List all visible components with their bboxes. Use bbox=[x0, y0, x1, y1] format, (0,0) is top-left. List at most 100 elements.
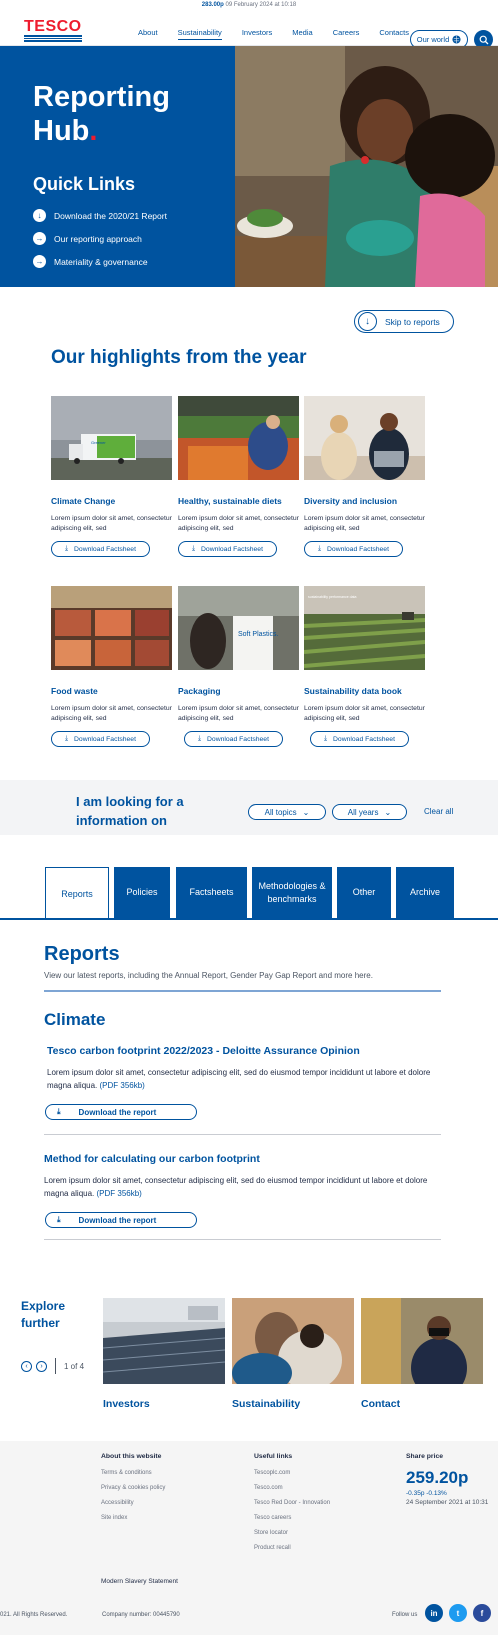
carousel-pager: ‹ › 1 of 4 bbox=[21, 1358, 84, 1374]
footer-link[interactable]: Accessibility bbox=[101, 1500, 165, 1506]
topics-select[interactable]: All topics ⌄ bbox=[248, 804, 326, 820]
footer-link[interactable]: Site index bbox=[101, 1515, 165, 1521]
footer-link[interactable]: Privacy & cookies policy bbox=[101, 1485, 165, 1491]
logo-wordmark: TESCO bbox=[24, 18, 82, 35]
skip-label: Skip to reports bbox=[385, 316, 440, 327]
quick-link-download-report[interactable]: ↓ Download the 2020/21 Report bbox=[33, 204, 167, 227]
tab-other[interactable]: Other bbox=[337, 867, 391, 918]
search-icon bbox=[479, 35, 488, 44]
footer-link[interactable]: Tesco Red Door - Innovation bbox=[254, 1500, 330, 1506]
tab-factsheets[interactable]: Factsheets bbox=[176, 867, 247, 918]
bag-text: Soft Plastics. bbox=[238, 631, 279, 638]
site-header: TESCO About Sustainability Investors Med… bbox=[0, 10, 498, 49]
tab-archive[interactable]: Archive bbox=[396, 867, 454, 918]
nav-media[interactable]: Media bbox=[292, 28, 312, 40]
category-title: Climate bbox=[44, 1010, 106, 1029]
nav-careers[interactable]: Careers bbox=[333, 28, 360, 40]
footer-link[interactable]: Product recall bbox=[254, 1545, 330, 1551]
download-icon: ⤓ bbox=[324, 735, 328, 742]
highlight-card-data-book: sustainability performance data Sustaina… bbox=[303, 586, 426, 747]
hero-photo bbox=[235, 46, 498, 287]
chevron-right-icon[interactable]: › bbox=[36, 1360, 47, 1372]
hero-illustration bbox=[235, 46, 498, 287]
pdf-size-link[interactable]: (PDF 356kb) bbox=[100, 1081, 145, 1090]
arrow-right-icon: → bbox=[33, 232, 46, 245]
download-factsheet-button[interactable]: ⤓ Download Factsheet bbox=[304, 541, 403, 557]
quick-link-reporting-approach[interactable]: → Our reporting approach bbox=[33, 227, 167, 250]
report-desc: Lorem ipsum dolor sit amet, consectetur … bbox=[44, 1176, 428, 1198]
download-factsheet-button[interactable]: ⤓ Download Factsheet bbox=[51, 731, 150, 747]
skip-to-reports-button[interactable]: ↓ Skip to reports bbox=[354, 310, 454, 333]
pdf-size-link[interactable]: (PDF 356kb) bbox=[97, 1189, 142, 1198]
reports-subtitle: View our latest reports, including the A… bbox=[44, 971, 373, 980]
report-title[interactable]: Tesco carbon footprint 2022/2023 - Deloi… bbox=[47, 1045, 360, 1057]
explore-card-investors[interactable]: Investors bbox=[102, 1298, 226, 1410]
highlight-card-food-waste: Food waste Lorem ipsum dolor sit amet, c… bbox=[51, 586, 172, 747]
page-title: Reporting Hub. bbox=[33, 81, 170, 147]
highlight-card-climate: Greener Climate Change Lorem ipsum dolor… bbox=[51, 396, 172, 557]
footer-about: About this website Terms & conditions Pr… bbox=[101, 1453, 166, 1521]
report-title[interactable]: Method for calculating our carbon footpr… bbox=[44, 1153, 260, 1165]
hero-panel: Reporting Hub. Quick Links ↓ Download th… bbox=[0, 46, 235, 287]
climate-image: Greener bbox=[51, 396, 172, 480]
packaging-image: Soft Plastics. bbox=[178, 586, 299, 670]
download-icon: ⤓ bbox=[198, 735, 202, 742]
quick-links-title: Quick Links bbox=[33, 174, 136, 194]
modern-slavery-link[interactable]: Modern Slavery Statement bbox=[101, 1578, 178, 1585]
download-factsheet-button[interactable]: ⤓ Download Factsheet bbox=[310, 731, 409, 747]
food-waste-image bbox=[51, 586, 172, 670]
download-report-button[interactable]: ⤓ Download the report bbox=[45, 1104, 197, 1120]
explore-card-contact[interactable]: Contact bbox=[361, 1298, 483, 1410]
explore-card-label: Contact bbox=[361, 1398, 401, 1410]
chevron-left-icon[interactable]: ‹ bbox=[21, 1360, 32, 1372]
nav-sustainability[interactable]: Sustainability bbox=[177, 28, 222, 40]
logo-stripes bbox=[24, 35, 84, 42]
download-report-button[interactable]: ⤓ Download the report bbox=[45, 1212, 197, 1228]
highlight-card-diets: Healthy, sustainable diets Lorem ipsum d… bbox=[178, 396, 299, 557]
highlight-card-diversity: Diversity and inclusion Lorem ipsum dolo… bbox=[304, 396, 425, 557]
footer-link[interactable]: Tesco careers bbox=[254, 1515, 330, 1521]
tesco-logo[interactable]: TESCO bbox=[24, 18, 84, 42]
explore-card-sustainability[interactable]: Sustainability bbox=[232, 1298, 354, 1410]
tabs-underline bbox=[0, 918, 498, 920]
nav-contacts[interactable]: Contacts bbox=[379, 28, 409, 40]
footer-link[interactable]: Store locator bbox=[254, 1530, 330, 1536]
footer-link[interactable]: Tesco.com bbox=[254, 1485, 330, 1491]
share-price-change: -0.35p -0.13% bbox=[406, 1490, 447, 1497]
nav-investors[interactable]: Investors bbox=[242, 28, 272, 40]
divider bbox=[44, 1134, 441, 1135]
card-desc: Lorem ipsum dolor sit amet, consectetur … bbox=[51, 515, 172, 532]
card-title: Climate Change bbox=[51, 496, 116, 506]
download-icon: ⤓ bbox=[57, 1215, 61, 1224]
our-world-label: Our world bbox=[416, 35, 450, 44]
main-nav: About Sustainability Investors Media Car… bbox=[138, 28, 429, 40]
download-factsheet-button[interactable]: ⤓ Download Factsheet bbox=[51, 541, 150, 557]
tab-methodologies[interactable]: Methodologies & benchmarks bbox=[252, 867, 332, 918]
footer-link[interactable]: Terms & conditions bbox=[101, 1470, 165, 1476]
share-price-value: 259.20p bbox=[406, 1468, 469, 1487]
download-icon: ⤓ bbox=[65, 735, 69, 742]
quick-link-materiality[interactable]: → Materiality & governance bbox=[33, 250, 167, 273]
footer-link[interactable]: Tescoplc.com bbox=[254, 1470, 330, 1476]
linkedin-icon[interactable]: in bbox=[425, 1604, 443, 1622]
card-title: Food waste bbox=[51, 686, 98, 696]
card-desc: Lorem ipsum dolor sit amet, consectetur … bbox=[178, 705, 299, 722]
highlight-card-packaging: Soft Plastics. Packaging Lorem ipsum dol… bbox=[178, 586, 299, 747]
footer-useful-links: Useful links Tescoplc.com Tesco.com Tesc… bbox=[254, 1453, 331, 1551]
download-factsheet-button[interactable]: ⤓ Download Factsheet bbox=[184, 731, 283, 747]
nav-about[interactable]: About bbox=[138, 28, 158, 40]
card-desc: Lorem ipsum dolor sit amet, consectetur … bbox=[178, 515, 299, 532]
tab-policies[interactable]: Policies bbox=[114, 867, 170, 918]
twitter-icon[interactable]: t bbox=[449, 1604, 467, 1622]
years-select[interactable]: All years ⌄ bbox=[332, 804, 407, 820]
filter-bar: I am looking for a information on All to… bbox=[0, 780, 498, 835]
download-factsheet-button[interactable]: ⤓ Download Factsheet bbox=[178, 541, 277, 557]
ticker-date: 09 February 2024 at 10:18 bbox=[225, 2, 297, 8]
globe-icon bbox=[452, 35, 461, 44]
truck-text: Greener bbox=[91, 440, 106, 445]
facebook-icon[interactable]: f bbox=[473, 1604, 491, 1622]
clear-all-link[interactable]: Clear all bbox=[424, 807, 453, 816]
divider bbox=[44, 990, 441, 992]
filter-label: I am looking for a information on bbox=[76, 794, 184, 828]
tab-reports[interactable]: Reports bbox=[45, 867, 109, 920]
